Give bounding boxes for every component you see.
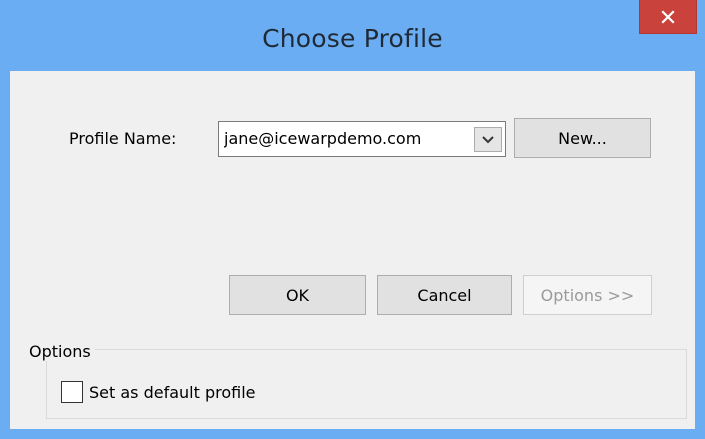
default-profile-checkbox[interactable] [61,381,83,403]
close-icon [661,9,675,24]
dialog-title: Choose Profile [262,24,443,53]
profile-name-select[interactable]: jane@icewarpdemo.com [218,121,506,157]
new-profile-button[interactable]: New... [514,118,651,158]
default-profile-option[interactable]: Set as default profile [61,380,256,404]
profile-dropdown-button[interactable] [474,127,502,152]
choose-profile-dialog: Choose Profile Profile Name: jane@icewar… [0,0,705,439]
close-button[interactable] [639,0,697,34]
chevron-down-icon [482,135,494,143]
cancel-button[interactable]: Cancel [377,275,512,315]
options-group-legend: Options [25,342,95,361]
profile-name-label: Profile Name: [69,129,177,148]
profile-name-value: jane@icewarpdemo.com [224,129,422,148]
default-profile-label[interactable]: Set as default profile [89,383,256,402]
dialog-body: Profile Name: jane@icewarpdemo.com New..… [10,71,695,429]
ok-button[interactable]: OK [229,275,366,315]
options-button[interactable]: Options >> [523,275,652,315]
